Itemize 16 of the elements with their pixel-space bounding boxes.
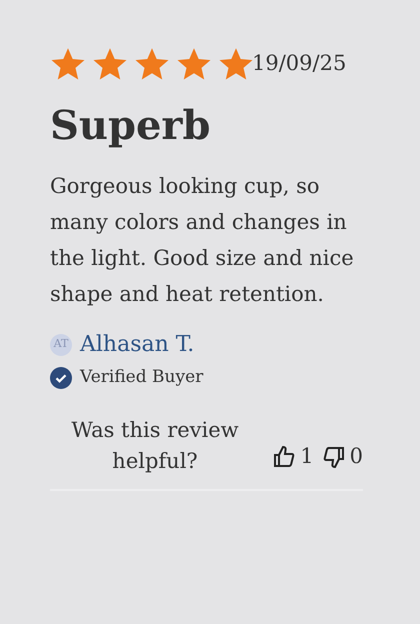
star-icon (50, 46, 86, 82)
star-icon (218, 46, 254, 82)
thumbs-down-icon (322, 444, 346, 469)
thumbs-up-icon (272, 444, 296, 469)
helpful-question: Was this review helpful? (70, 416, 240, 474)
author-link[interactable]: Alhasan T. (80, 328, 194, 361)
avatar: AT (50, 334, 72, 356)
star-icon (176, 46, 212, 82)
helpful-no-button[interactable]: 0 (322, 441, 363, 472)
review-date: 19/09/25 (252, 50, 346, 78)
review-title: Superb (50, 104, 212, 148)
star-icon (92, 46, 128, 82)
verified-label: Verified Buyer (80, 366, 204, 389)
helpful-yes-button[interactable]: 1 (272, 441, 314, 472)
star-icon (134, 46, 170, 82)
review-text: Gorgeous looking cup, so many colors and changes in the light. Good size and nice shape and heat retention. (50, 173, 355, 308)
